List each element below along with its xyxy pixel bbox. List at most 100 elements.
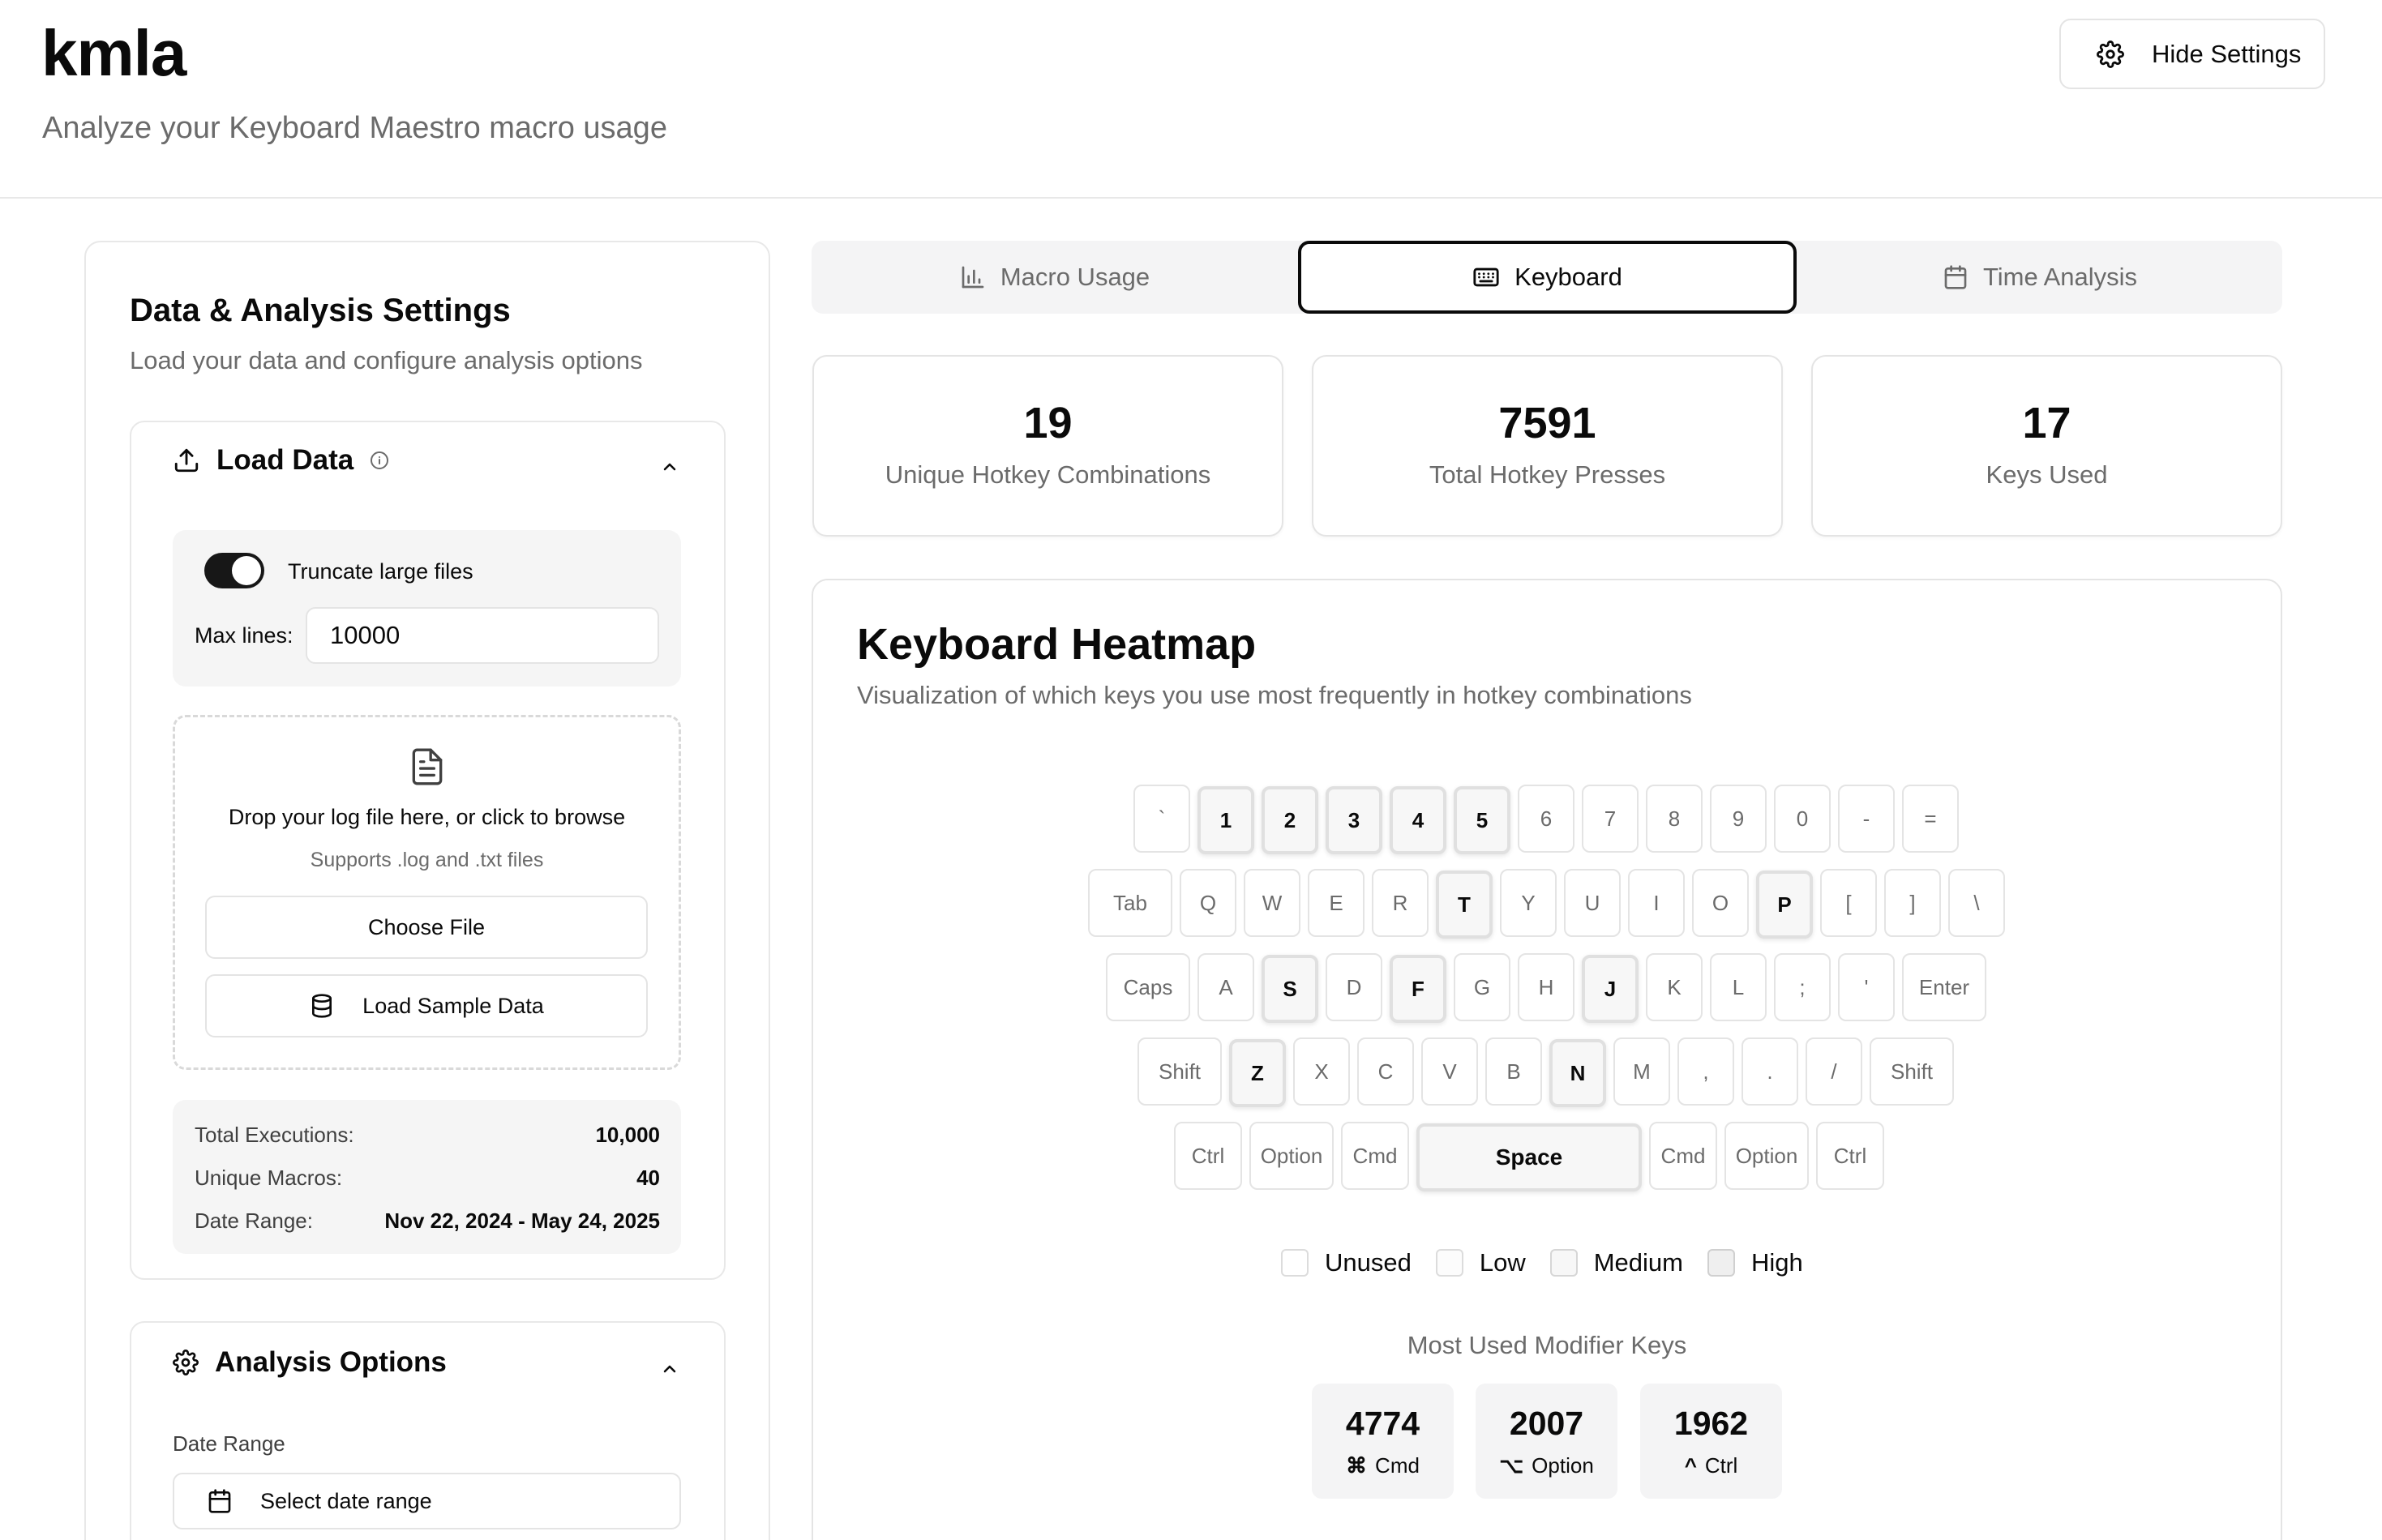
key-ctrl: Ctrl — [1816, 1122, 1884, 1190]
truncate-toggle[interactable] — [204, 553, 264, 588]
key-g: G — [1454, 953, 1510, 1021]
key-e: E — [1308, 869, 1365, 937]
modifier-card-ctrl: 1962 ^ Ctrl — [1640, 1384, 1782, 1499]
stat-value: 40 — [636, 1166, 660, 1190]
key-caps: Caps — [1106, 953, 1190, 1021]
key-w: W — [1244, 869, 1300, 937]
bar-chart-icon — [960, 264, 986, 290]
legend-swatch — [1281, 1249, 1309, 1277]
tab-time-analysis[interactable]: Time Analysis — [1797, 241, 2283, 314]
legend-label: Medium — [1593, 1248, 1683, 1277]
max-lines-input[interactable] — [306, 607, 659, 664]
key-9: 9 — [1710, 785, 1767, 853]
key-1: 1 — [1197, 786, 1254, 854]
analysis-options-header[interactable]: Analysis Options — [173, 1346, 447, 1379]
gear-icon — [173, 1350, 199, 1375]
key-option: Option — [1724, 1122, 1809, 1190]
gear-icon — [2097, 40, 2124, 68]
key-slash: / — [1806, 1037, 1862, 1106]
stat-caption: Keys Used — [1986, 460, 2108, 489]
max-lines-label: Max lines: — [195, 623, 293, 648]
load-sample-data-button[interactable]: Load Sample Data — [205, 974, 648, 1037]
key-d: D — [1326, 953, 1382, 1021]
key-u: U — [1564, 869, 1621, 937]
key-f: F — [1390, 955, 1446, 1023]
date-range-label: Date Range — [173, 1431, 285, 1456]
database-icon — [309, 993, 335, 1019]
chevron-up-icon[interactable] — [660, 457, 679, 477]
key-n: N — [1549, 1039, 1606, 1107]
modifier-label: ⌥ Option — [1476, 1452, 1617, 1479]
legend-item: High — [1707, 1248, 1803, 1277]
analysis-options-title: Analysis Options — [215, 1346, 447, 1378]
stat-label: Total Executions: — [195, 1123, 354, 1147]
dropzone-subtext: Supports .log and .txt files — [310, 849, 544, 871]
key-7: 7 — [1582, 785, 1639, 853]
load-data-header[interactable]: Load Data — [173, 444, 389, 477]
key-a: A — [1197, 953, 1254, 1021]
chevron-up-icon[interactable] — [660, 1359, 679, 1379]
sidebar-subtitle: Load your data and configure analysis op… — [130, 346, 643, 374]
info-icon[interactable] — [370, 451, 389, 470]
key-4: 4 — [1390, 786, 1446, 854]
app-title: kmla — [41, 17, 186, 89]
key-cmd: Cmd — [1341, 1122, 1409, 1190]
key-r: R — [1372, 869, 1429, 937]
modifier-name: Ctrl — [1704, 1453, 1738, 1478]
file-text-icon — [407, 745, 448, 789]
key-h: H — [1518, 953, 1574, 1021]
modifier-keys-title: Most Used Modifier Keys — [1407, 1331, 1687, 1359]
modifier-card-cmd: 4774 ⌘ Cmd — [1312, 1384, 1454, 1499]
key-quote: ' — [1838, 953, 1895, 1021]
key-space: Space — [1416, 1123, 1642, 1191]
sidebar-title: Data & Analysis Settings — [130, 293, 511, 328]
key-c: C — [1357, 1037, 1414, 1106]
legend-item: Low — [1435, 1248, 1526, 1277]
legend-swatch — [1549, 1249, 1578, 1277]
app-subtitle: Analyze your Keyboard Maestro macro usag… — [42, 111, 667, 145]
hide-settings-button[interactable]: Hide Settings — [2059, 19, 2325, 89]
stat-number: 17 — [2022, 399, 2071, 447]
tab-keyboard[interactable]: Keyboard — [1298, 241, 1797, 314]
heatmap-title: Keyboard Heatmap — [857, 620, 1257, 669]
legend-label: Low — [1479, 1248, 1526, 1277]
heatmap-subtitle: Visualization of which keys you use most… — [857, 681, 1692, 709]
key-backslash: \ — [1948, 869, 2005, 937]
calendar-icon — [1943, 264, 1969, 290]
key-s: S — [1262, 955, 1318, 1023]
load-sample-label: Load Sample Data — [362, 993, 544, 1018]
key-semicolon: ; — [1774, 953, 1831, 1021]
stat-value: Nov 22, 2024 - May 24, 2025 — [384, 1208, 660, 1233]
key-p: P — [1756, 871, 1813, 939]
key-8: 8 — [1646, 785, 1703, 853]
key-tab: Tab — [1088, 869, 1172, 937]
key-3: 3 — [1326, 786, 1382, 854]
key-shift: Shift — [1870, 1037, 1954, 1106]
key-0: 0 — [1774, 785, 1831, 853]
choose-file-button[interactable]: Choose File — [205, 896, 648, 959]
key-period: . — [1742, 1037, 1798, 1106]
date-range-picker[interactable]: Select date range — [173, 1473, 681, 1529]
choose-file-label: Choose File — [367, 914, 486, 939]
modifier-card-option: 2007 ⌥ Option — [1476, 1384, 1617, 1499]
key-v: V — [1421, 1037, 1478, 1106]
header-divider — [0, 197, 2382, 199]
stat-label: Date Range: — [195, 1208, 313, 1233]
legend-label: High — [1751, 1248, 1803, 1277]
key-l: L — [1710, 953, 1767, 1021]
legend-item: Medium — [1549, 1248, 1683, 1277]
key-j: J — [1582, 955, 1639, 1023]
key-b: B — [1485, 1037, 1542, 1106]
stat-caption: Total Hotkey Presses — [1429, 460, 1666, 489]
key-comma: , — [1677, 1037, 1734, 1106]
load-data-title: Load Data — [216, 444, 354, 476]
legend-swatch — [1435, 1249, 1463, 1277]
legend-item: Unused — [1281, 1248, 1412, 1277]
key-k: K — [1646, 953, 1703, 1021]
tab-macro-usage[interactable]: Macro Usage — [812, 241, 1298, 314]
legend-swatch — [1707, 1249, 1735, 1277]
key-minus: - — [1838, 785, 1895, 853]
stat-number: 19 — [1023, 399, 1073, 447]
key-q: Q — [1180, 869, 1236, 937]
key-shift: Shift — [1137, 1037, 1222, 1106]
